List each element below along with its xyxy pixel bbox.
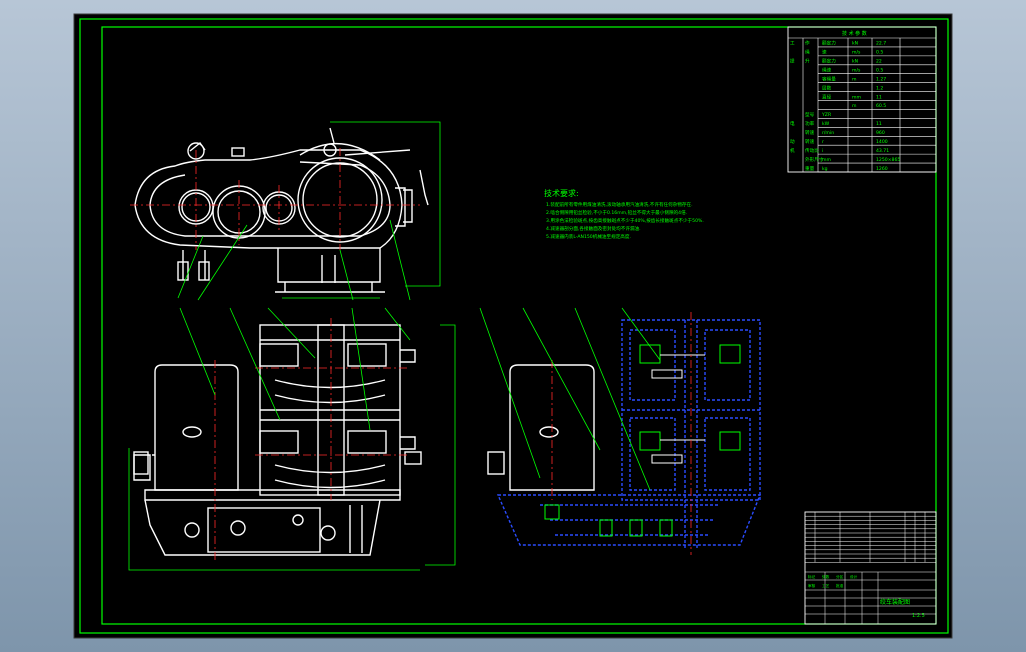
spec-cell: 直径	[822, 93, 832, 100]
spec-cell: 容绳量	[822, 75, 836, 82]
title-block-label: 工艺	[822, 583, 830, 588]
spec-cell: 绳速	[822, 67, 832, 74]
spec-cell: 重量	[805, 165, 815, 172]
spec-cell: 速	[822, 50, 827, 56]
spec-cell: 960	[876, 130, 885, 136]
spec-cell: 机	[790, 147, 795, 154]
spec-cell: 1.2	[876, 85, 883, 91]
tech-note-4: 4.减速器剖分面,各接触面及密封处均不许漏油.	[546, 225, 641, 232]
spec-cell: 22	[876, 59, 882, 65]
spec-cell: m	[852, 104, 857, 109]
spec-cell: 提	[790, 58, 795, 65]
spec-cell: kN	[852, 41, 858, 47]
spec-cell: 电	[790, 120, 795, 127]
spec-cell: 绳	[805, 49, 810, 56]
tech-note-2: 2.啮合侧隙用铅丝检验,不小于0.16mm,铅丝不得大于最小侧隙的4倍.	[546, 209, 687, 216]
spec-cell: 1250×865	[876, 157, 900, 163]
spec-cell: 传动比	[805, 147, 819, 154]
spec-cell: r/min	[822, 130, 834, 136]
spec-cell: 11	[876, 94, 882, 100]
spec-cell: YZR	[821, 112, 832, 118]
spec-cell: 作	[805, 40, 810, 47]
spec-cell: 额定力	[822, 58, 836, 65]
spec-cell: 功率	[805, 120, 815, 127]
spec-cell: 额定力	[822, 40, 836, 47]
spec-cell: 外形尺寸	[805, 156, 824, 163]
spec-cell: 动	[790, 138, 795, 145]
drawing-name: 绞车装配图	[880, 598, 910, 606]
spec-cell: 升	[805, 58, 810, 65]
tech-note-1: 1.装配前所有零件用煤油清洗,滚动轴承用汽油清洗,不许有任何杂物存在.	[546, 201, 693, 208]
spec-cell: 43.71	[876, 148, 889, 154]
spec-cell: kg	[822, 166, 828, 172]
spec-cell: m/s	[852, 50, 861, 56]
spec-cell: kW	[822, 121, 830, 127]
spec-cell: kN	[852, 59, 858, 65]
spec-cell: 0.5	[876, 50, 883, 56]
title-block-label: 分区	[836, 574, 844, 579]
spec-cell: mm	[822, 158, 831, 163]
spec-cell: 60.5	[876, 103, 886, 109]
drawing-sheet	[73, 13, 953, 639]
tech-notes-title: 技术要求:	[544, 188, 579, 198]
spec-cell: 层数	[822, 84, 832, 91]
spec-cell: 型号	[805, 111, 815, 118]
spec-table-header: 技 术 参 数	[842, 30, 867, 37]
spec-cell: 11	[876, 121, 882, 127]
tech-note-5: 5.减速器内装L-AN150机械油至规定高度.	[546, 233, 631, 240]
spec-cell: m/s	[852, 68, 861, 74]
title-block-label: 处数	[822, 574, 830, 579]
spec-cell: i	[822, 148, 823, 154]
spec-cell: 1.27	[876, 76, 886, 82]
drawing-scale: 1:2.5	[912, 613, 925, 619]
cad-drawing-canvas[interactable]: 技术要求: 1.装配前所有零件用煤油清洗,滚动轴承用汽油清洗,不许有任何杂物存在…	[0, 0, 1026, 652]
title-block-label: 审核	[808, 583, 816, 588]
title-block-label: 设计	[850, 574, 858, 579]
spec-cell: 0.5	[876, 68, 883, 74]
spec-cell: 1400	[876, 139, 888, 145]
spec-cell: 1260	[876, 166, 888, 172]
title-block-label: 标记	[808, 574, 816, 579]
tech-note-3: 3.用涂色法检验斑点,按齿高接触斑点不少于40%,按齿长接触斑点不少于50%.	[546, 217, 704, 224]
spec-cell: r	[822, 139, 824, 145]
title-block-label: 批准	[836, 583, 844, 588]
spec-cell: 转速	[805, 138, 815, 145]
spec-cell: 22.7	[876, 41, 886, 47]
spec-cell: mm	[852, 95, 861, 100]
spec-cell: m	[852, 77, 857, 82]
spec-cell: 工	[790, 41, 795, 47]
spec-cell: 转速	[805, 129, 815, 136]
